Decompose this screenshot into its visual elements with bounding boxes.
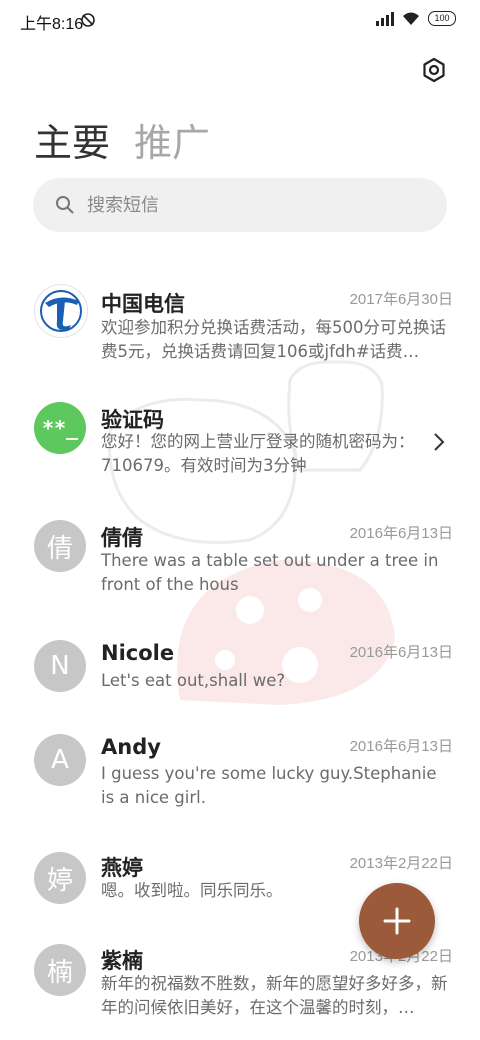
status-indicators: 100: [376, 11, 456, 26]
conversation-preview: Let's eat out,shall we?: [101, 671, 286, 690]
category-tabs: 主要 推广: [34, 112, 210, 167]
wifi-icon: [403, 12, 419, 25]
dnd-icon: [81, 13, 95, 27]
new-message-button[interactable]: [359, 883, 435, 959]
conversation-name: 燕婷: [101, 856, 143, 880]
telecom-logo-icon: [40, 290, 82, 332]
settings-icon: [423, 57, 445, 83]
conversation-date: 2017年6月30日: [349, 291, 453, 308]
conversation-name: 紫楠: [101, 949, 143, 973]
avatar: **_: [34, 402, 86, 454]
tab-primary[interactable]: 主要: [34, 112, 110, 167]
conversation-item[interactable]: N Nicole 2016年6月13日 Let's eat out,shall …: [0, 638, 480, 708]
avatar: N: [34, 640, 86, 692]
avatar: 倩: [34, 520, 86, 572]
tab-promotions[interactable]: 推广: [134, 112, 210, 167]
conversation-item[interactable]: 倩 倩倩 2016年6月13日 There was a table set ou…: [0, 518, 480, 608]
conversation-preview: I guess you're some lucky guy.Stephanie …: [101, 764, 437, 807]
conversation-date: 2016年6月13日: [349, 644, 453, 661]
status-time: 上午8:16: [20, 16, 84, 33]
battery-icon: 100: [428, 11, 456, 26]
conversation-item[interactable]: **_ 验证码 您好！您的网上营业厅登录的随机密码为：710679。有效时间为3…: [0, 400, 480, 480]
conversation-name: Nicole: [101, 641, 175, 665]
conversation-date: 2016年6月13日: [349, 525, 453, 542]
conversation-preview: There was a table set out under a tree i…: [101, 551, 439, 594]
conversation-preview: 您好！您的网上营业厅登录的随机密码为：710679。有效时间为3分钟: [101, 432, 415, 475]
conversation-item[interactable]: 中国电信 2017年6月30日 欢迎参加积分兑换话费活动，每500分可兑换话费5…: [0, 282, 480, 382]
search-bar[interactable]: [33, 178, 447, 232]
search-icon: [56, 196, 74, 214]
chevron-right-icon[interactable]: [432, 432, 446, 452]
search-input[interactable]: [85, 193, 389, 217]
conversation-name: Andy: [101, 735, 161, 759]
status-bar: 上午8:16 100: [0, 0, 480, 40]
conversation-preview: 新年的祝福数不胜数，新年的愿望好多好多，新年的问候依旧美好，在这个温馨的时刻，…: [101, 974, 448, 1017]
conversation-item[interactable]: A Andy 2016年6月13日 I guess you're some lu…: [0, 732, 480, 822]
conversation-preview: 欢迎参加积分兑换话费活动，每500分可兑换话费5元，兑换话费请回复106或jfd…: [101, 318, 446, 361]
conversation-date: 2013年2月22日: [349, 855, 453, 872]
avatar: [34, 284, 88, 338]
signal-icon: [376, 11, 394, 26]
plus-icon: [383, 907, 411, 935]
avatar: A: [34, 734, 86, 786]
avatar: 婷: [34, 852, 86, 904]
conversation-name: 倩倩: [101, 526, 143, 550]
avatar: 楠: [34, 944, 86, 996]
conversation-date: 2016年6月13日: [349, 738, 453, 755]
conversation-name: 中国电信: [101, 292, 185, 316]
settings-button[interactable]: [416, 52, 452, 88]
